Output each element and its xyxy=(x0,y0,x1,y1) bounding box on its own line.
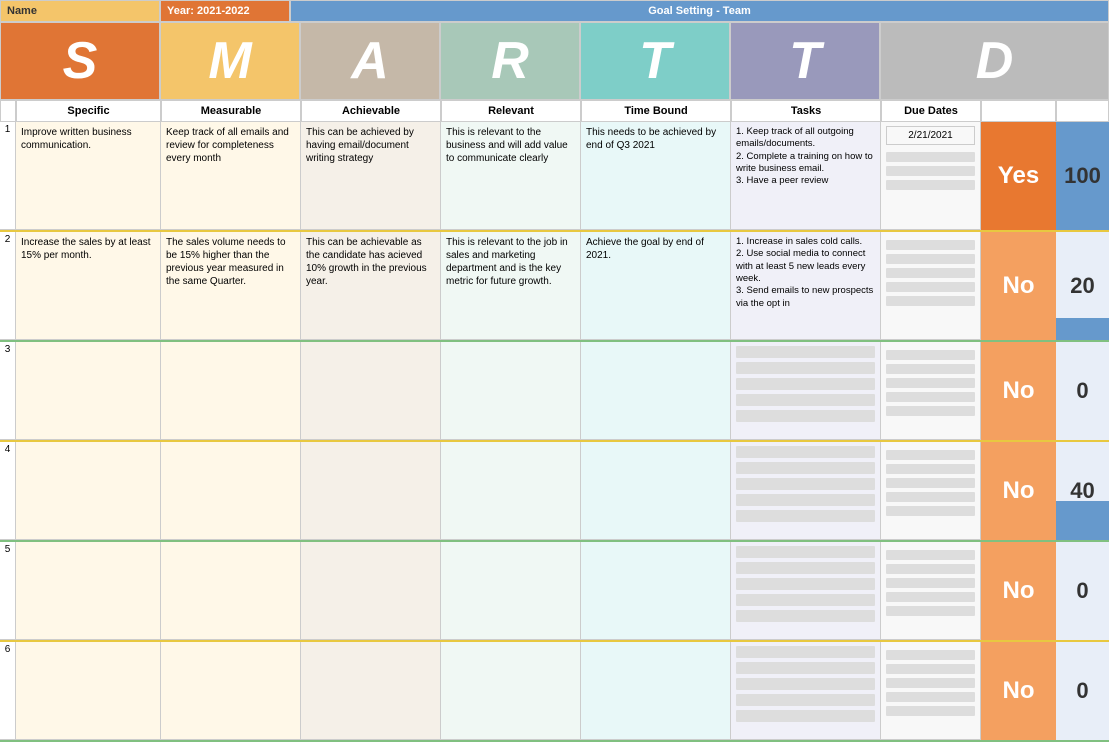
cell-specific[interactable] xyxy=(16,642,161,740)
smart-d: D xyxy=(880,22,1109,100)
cell-achievable[interactable] xyxy=(301,442,441,540)
smart-s: S xyxy=(0,22,160,100)
cell-specific[interactable] xyxy=(16,342,161,440)
cell-tasks[interactable]: 1. Increase in sales cold calls.2. Use s… xyxy=(731,232,881,340)
col-num xyxy=(0,100,16,122)
cell-tasks[interactable] xyxy=(731,542,881,640)
col-relevant: Relevant xyxy=(441,100,581,122)
page: Name Year: 2021-2022 Goal Setting - Team… xyxy=(0,0,1109,742)
cell-duedates[interactable]: 2/21/2021 xyxy=(881,122,981,230)
cell-relevant[interactable]: This is relevant to the job in sales and… xyxy=(441,232,581,340)
cell-duedates[interactable] xyxy=(881,642,981,740)
progress-cell: 20 xyxy=(1056,232,1109,340)
cell-timebound[interactable] xyxy=(581,442,731,540)
cell-specific[interactable] xyxy=(16,442,161,540)
cell-measurable[interactable] xyxy=(161,542,301,640)
row-number: 1 xyxy=(0,122,16,230)
progress-cell: 100 xyxy=(1056,122,1109,230)
cell-timebound[interactable] xyxy=(581,542,731,640)
progress-cell: 40 xyxy=(1056,442,1109,540)
table-row: 4 No 40 xyxy=(0,442,1109,542)
col-achievable: Achievable xyxy=(301,100,441,122)
cell-achievable[interactable]: This can be achievable as the candidate … xyxy=(301,232,441,340)
col-status xyxy=(981,100,1056,122)
table-row: 5 No 0 xyxy=(0,542,1109,642)
table-row: 2 Increase the sales by at least 15% per… xyxy=(0,232,1109,342)
cell-relevant[interactable] xyxy=(441,442,581,540)
status-badge: No xyxy=(981,642,1056,740)
smart-a: A xyxy=(300,22,440,100)
cell-achievable[interactable]: This can be achieved by having email/doc… xyxy=(301,122,441,230)
table-row: 1 Improve written business communication… xyxy=(0,122,1109,232)
cell-tasks[interactable] xyxy=(731,642,881,740)
smart-t: T xyxy=(580,22,730,100)
column-headers: Specific Measurable Achievable Relevant … xyxy=(0,100,1109,122)
cell-tasks[interactable] xyxy=(731,342,881,440)
col-measurable: Measurable xyxy=(161,100,301,122)
cell-measurable[interactable] xyxy=(161,442,301,540)
row-number: 5 xyxy=(0,542,16,640)
cell-tasks[interactable] xyxy=(731,442,881,540)
cell-duedates[interactable] xyxy=(881,542,981,640)
cell-timebound[interactable]: This needs to be achieved by end of Q3 2… xyxy=(581,122,731,230)
cell-measurable[interactable] xyxy=(161,342,301,440)
cell-duedates[interactable] xyxy=(881,442,981,540)
col-timebound: Time Bound xyxy=(581,100,731,122)
cell-timebound[interactable] xyxy=(581,342,731,440)
cell-timebound[interactable] xyxy=(581,642,731,740)
cell-measurable[interactable]: The sales volume needs to be 15% higher … xyxy=(161,232,301,340)
header-row: Name Year: 2021-2022 Goal Setting - Team xyxy=(0,0,1109,22)
progress-cell: 0 xyxy=(1056,642,1109,740)
cell-duedates[interactable] xyxy=(881,232,981,340)
smart-t2: T xyxy=(730,22,880,100)
row-number: 6 xyxy=(0,642,16,740)
smart-m: M xyxy=(160,22,300,100)
progress-cell: 0 xyxy=(1056,342,1109,440)
smart-r: R xyxy=(440,22,580,100)
status-badge: No xyxy=(981,542,1056,640)
status-badge: No xyxy=(981,342,1056,440)
cell-relevant[interactable]: This is relevant to the business and wil… xyxy=(441,122,581,230)
cell-specific[interactable]: Increase the sales by at least 15% per m… xyxy=(16,232,161,340)
row-number: 3 xyxy=(0,342,16,440)
page-title: Goal Setting - Team xyxy=(290,0,1109,22)
cell-measurable[interactable] xyxy=(161,642,301,740)
year-label: Year: 2021-2022 xyxy=(160,0,290,22)
progress-cell: 0 xyxy=(1056,542,1109,640)
cell-specific[interactable] xyxy=(16,542,161,640)
col-specific: Specific xyxy=(16,100,161,122)
cell-relevant[interactable] xyxy=(441,642,581,740)
cell-achievable[interactable] xyxy=(301,342,441,440)
cell-relevant[interactable] xyxy=(441,342,581,440)
smart-row: S M A R T T D xyxy=(0,22,1109,100)
cell-achievable[interactable] xyxy=(301,642,441,740)
table-row: 6 No 0 xyxy=(0,642,1109,742)
cell-relevant[interactable] xyxy=(441,542,581,640)
data-rows-container: 1 Improve written business communication… xyxy=(0,122,1109,742)
cell-tasks[interactable]: 1. Keep track of all outgoing emails/doc… xyxy=(731,122,881,230)
status-badge: No xyxy=(981,232,1056,340)
cell-measurable[interactable]: Keep track of all emails and review for … xyxy=(161,122,301,230)
col-duedates: Due Dates xyxy=(881,100,981,122)
name-label: Name xyxy=(0,0,160,22)
table-row: 3 No 0 xyxy=(0,342,1109,442)
row-number: 2 xyxy=(0,232,16,340)
status-badge: Yes xyxy=(981,122,1056,230)
cell-achievable[interactable] xyxy=(301,542,441,640)
col-tasks: Tasks xyxy=(731,100,881,122)
cell-specific[interactable]: Improve written business communication. xyxy=(16,122,161,230)
col-progress xyxy=(1056,100,1109,122)
status-badge: No xyxy=(981,442,1056,540)
cell-duedates[interactable] xyxy=(881,342,981,440)
row-number: 4 xyxy=(0,442,16,540)
cell-timebound[interactable]: Achieve the goal by end of 2021. xyxy=(581,232,731,340)
